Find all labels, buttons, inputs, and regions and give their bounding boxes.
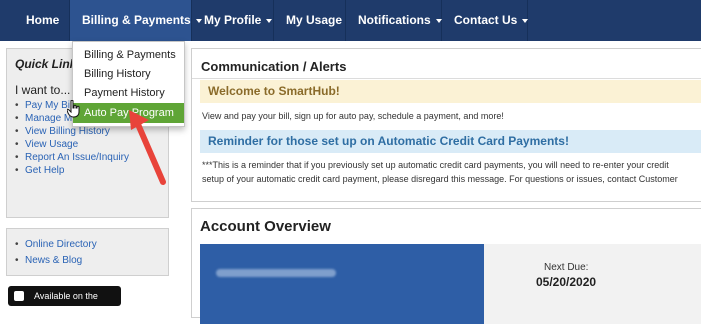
link-report-issue[interactable]: Report An Issue/Inquiry — [13, 151, 129, 164]
hand-pointer-icon — [67, 100, 80, 118]
nav-billing-payments-label: Billing & Payments — [82, 13, 191, 27]
reminder-alert-title: Reminder for those set up on Automatic C… — [200, 130, 701, 153]
communication-alerts-panel: Communication / Alerts Welcome to SmartH… — [191, 48, 701, 202]
nav-home-label: Home — [26, 13, 60, 27]
reminder-alert-text-line-1: ***This is a reminder that if you previo… — [202, 160, 669, 170]
nav-notifications-label: Notifications — [358, 13, 431, 27]
welcome-alert-title: Welcome to SmartHub! — [200, 80, 701, 103]
nav-home[interactable]: Home — [14, 0, 70, 41]
secondary-links-list: Online Directory News & Blog — [13, 237, 97, 269]
next-due-box: Next Due: 05/20/2020 — [484, 244, 701, 324]
link-online-directory[interactable]: Online Directory — [13, 237, 97, 253]
next-due-date: 05/20/2020 — [536, 275, 597, 289]
next-due-label: Next Due: — [544, 262, 589, 273]
reminder-alert-text-line-2: setup of your automatic credit card paym… — [202, 174, 678, 184]
nav-contact-us[interactable]: Contact Us — [442, 0, 529, 41]
nav-billing-payments[interactable]: Billing & Payments — [70, 0, 202, 41]
chevron-down-icon — [435, 18, 442, 23]
nav-my-profile[interactable]: My Profile — [192, 0, 274, 41]
menu-item-billing-history[interactable]: Billing History — [73, 64, 184, 84]
nav-my-usage-label: My Usage — [286, 13, 343, 27]
nav-contact-us-label: Contact Us — [454, 13, 518, 27]
nav-my-profile-label: My Profile — [204, 13, 262, 27]
account-overview-title: Account Overview — [200, 218, 331, 235]
app-store-badge-label: Available on the — [34, 291, 98, 301]
account-overview-panel: Account Overview Next Due: 05/20/2020 — [191, 208, 701, 324]
communication-alerts-title: Communication / Alerts — [201, 59, 347, 74]
secondary-links-panel: Online Directory News & Blog — [6, 228, 169, 276]
welcome-alert-text: View and pay your bill, sign up for auto… — [202, 111, 504, 121]
chevron-down-icon — [522, 18, 529, 23]
link-view-usage[interactable]: View Usage — [13, 138, 129, 151]
menu-item-payment-history[interactable]: Payment History — [73, 83, 184, 103]
phone-icon — [14, 291, 24, 301]
account-summary-card[interactable] — [200, 244, 484, 324]
link-news-blog[interactable]: News & Blog — [13, 253, 97, 269]
top-navigation-bar: Home Billing & Payments My Profile My Us… — [0, 0, 701, 41]
menu-item-billing-payments[interactable]: Billing & Payments — [73, 45, 184, 65]
red-arrow-icon — [129, 110, 166, 185]
divider — [192, 78, 701, 79]
nav-notifications[interactable]: Notifications — [346, 0, 442, 41]
nav-my-usage[interactable]: My Usage — [274, 0, 346, 41]
link-get-help[interactable]: Get Help — [13, 164, 129, 177]
redacted-account-info — [216, 269, 336, 277]
app-store-badge[interactable]: Available on the — [8, 286, 121, 306]
chevron-down-icon — [266, 18, 273, 23]
i-want-to-label: I want to... — [15, 83, 71, 97]
